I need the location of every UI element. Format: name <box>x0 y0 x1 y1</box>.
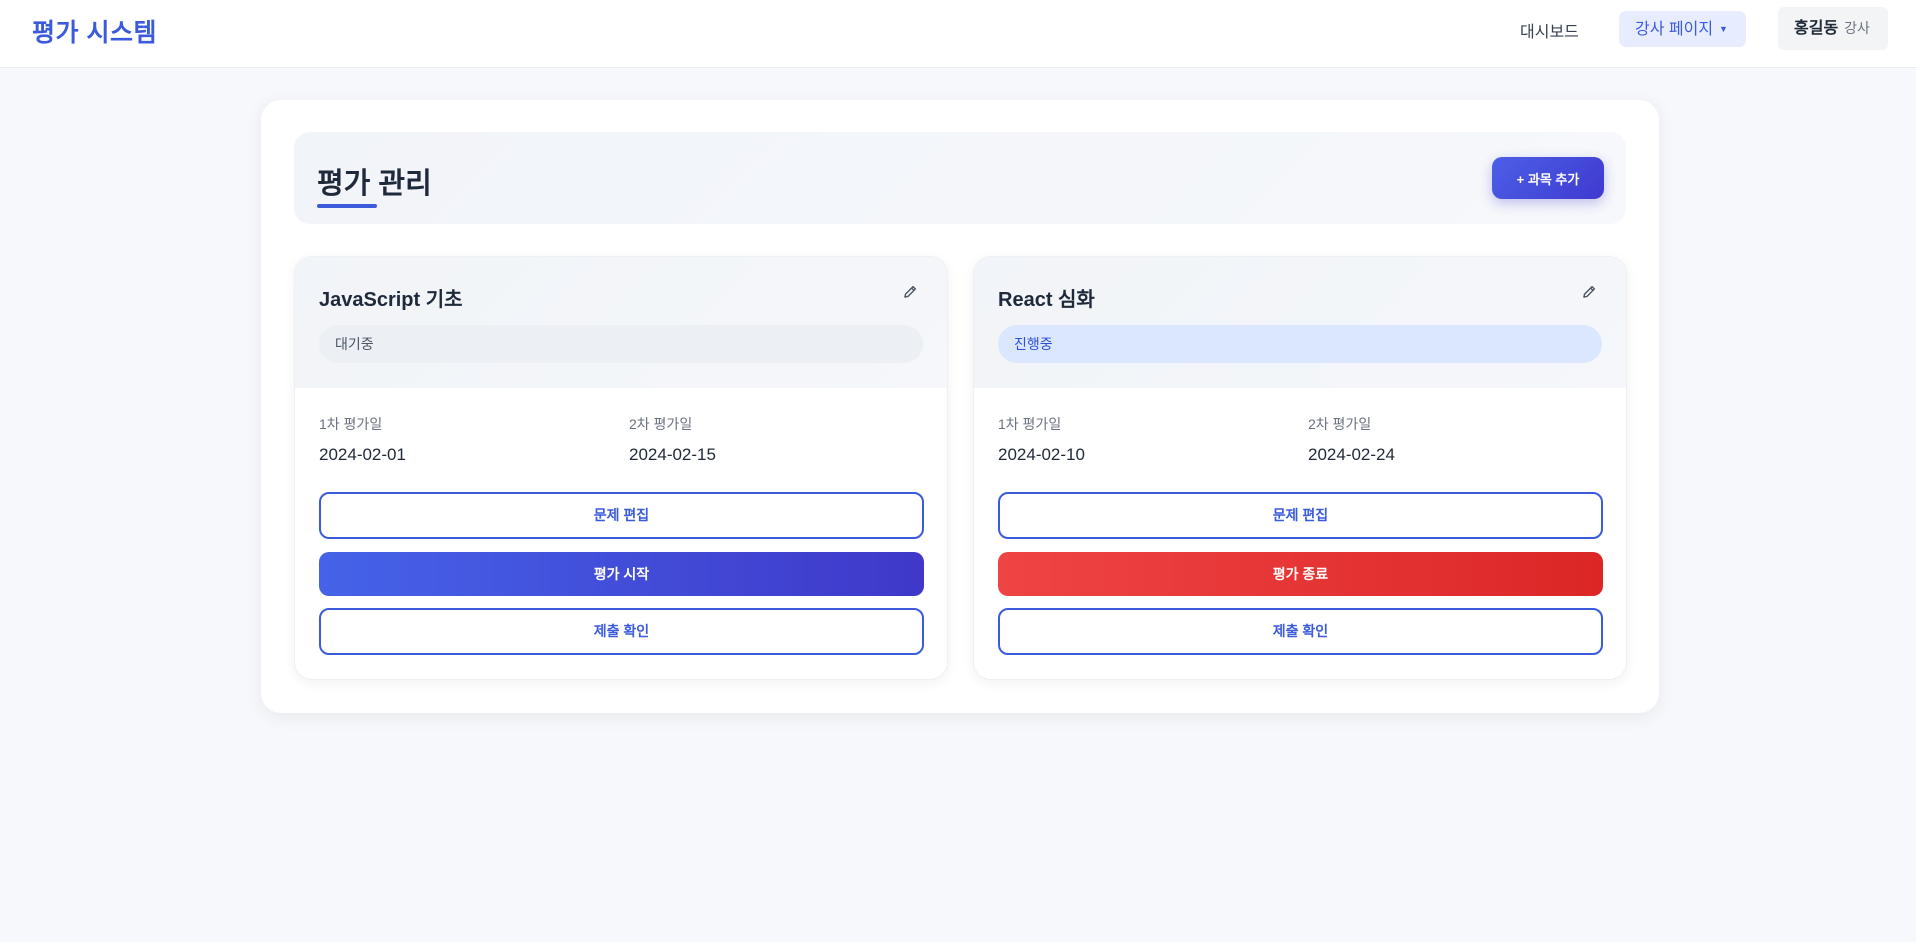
course-card: JavaScript 기초 대기중 1차 평가일 2024-02-01 2차 평… <box>294 256 948 680</box>
course-title: JavaScript 기초 <box>319 289 463 311</box>
page-title: 평가 관리 <box>317 168 432 200</box>
nav-instructor-label: 강사 페이지 <box>1635 21 1714 38</box>
card-header: React 심화 진행중 <box>974 257 1626 388</box>
course-card: React 심화 진행중 1차 평가일 2024-02-10 2차 평가일 20… <box>973 256 1627 680</box>
title-underline <box>317 204 377 208</box>
pencil-icon[interactable] <box>903 285 917 299</box>
caret-down-icon: ▼ <box>1719 24 1728 34</box>
evaluation-panel: 평가 관리 + 과목 추가 JavaScript 기초 대기중 1차 평가일 2… <box>261 100 1659 713</box>
second-eval-date: 2024-02-24 <box>1308 445 1395 464</box>
first-eval-label: 1차 평가일 <box>319 416 383 432</box>
check-submissions-button[interactable]: 제출 확인 <box>319 608 924 655</box>
first-eval-date: 2024-02-01 <box>319 445 406 464</box>
status-badge: 대기중 <box>319 325 923 363</box>
user-menu[interactable]: 홍길동 강사 <box>1778 7 1888 50</box>
second-eval-label: 2차 평가일 <box>629 416 693 432</box>
check-submissions-button[interactable]: 제출 확인 <box>998 608 1603 655</box>
first-eval-date: 2024-02-10 <box>998 445 1085 464</box>
pencil-icon[interactable] <box>1582 285 1596 299</box>
end-evaluation-button[interactable]: 평가 종료 <box>998 552 1603 596</box>
nav-dashboard-link[interactable]: 대시보드 <box>1508 18 1591 48</box>
top-navigation: 평가 시스템 대시보드 강사 페이지 ▼ 홍길동 강사 <box>0 0 1916 68</box>
second-eval-label: 2차 평가일 <box>1308 416 1372 432</box>
status-badge: 진행중 <box>998 325 1602 363</box>
second-eval-date: 2024-02-15 <box>629 445 716 464</box>
edit-questions-button[interactable]: 문제 편집 <box>319 492 924 539</box>
nav-instructor-dropdown[interactable]: 강사 페이지 ▼ <box>1619 11 1746 47</box>
edit-questions-button[interactable]: 문제 편집 <box>998 492 1603 539</box>
card-header: JavaScript 기초 대기중 <box>295 257 947 388</box>
start-evaluation-button[interactable]: 평가 시작 <box>319 552 924 596</box>
first-eval-label: 1차 평가일 <box>998 416 1062 432</box>
brand-logo[interactable]: 평가 시스템 <box>32 13 157 49</box>
course-title: React 심화 <box>998 289 1095 311</box>
add-course-button[interactable]: + 과목 추가 <box>1492 157 1604 199</box>
user-name: 홍길동 <box>1794 20 1839 37</box>
panel-header: 평가 관리 + 과목 추가 <box>294 132 1626 224</box>
user-role: 강사 <box>1844 20 1870 36</box>
